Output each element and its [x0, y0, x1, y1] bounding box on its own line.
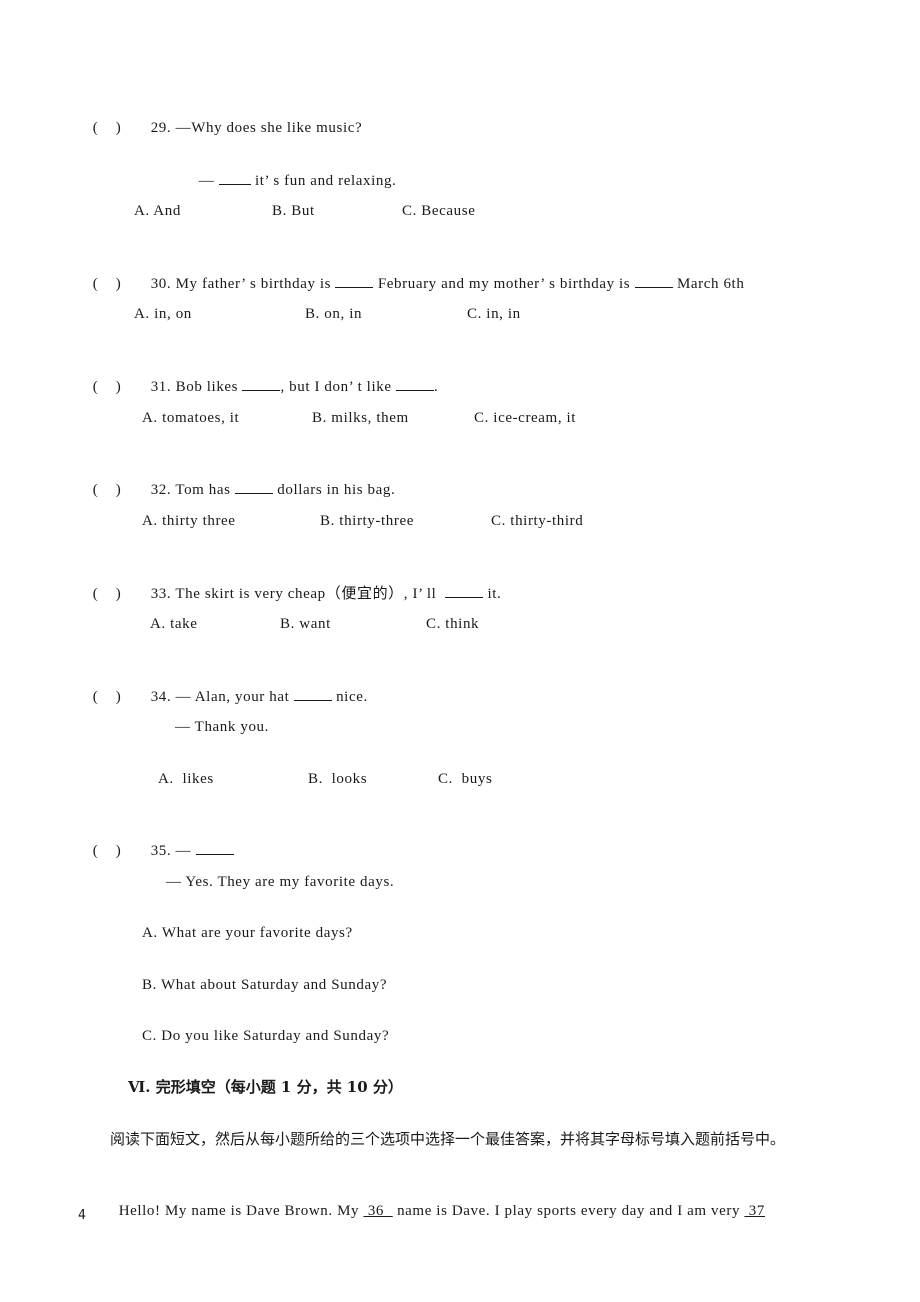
question-stem: it. [483, 586, 502, 602]
answer-bracket[interactable]: ( ) [93, 118, 151, 138]
option-b: B. milks, them [312, 410, 409, 426]
reply-dash: — [198, 173, 219, 189]
section-instruction: 阅读下面短文，然后从每小题所给的三个选项中选择一个最佳答案，并将其字母标号填入题… [110, 1130, 786, 1148]
passage-text: Hello! My name is Dave Brown. My [118, 1203, 364, 1219]
answer-blank [335, 273, 374, 288]
cloze-blank-37: 37 [744, 1203, 765, 1219]
question-number: 34. [150, 689, 172, 705]
answer-bracket[interactable]: ( ) [93, 687, 151, 707]
answer-blank [242, 376, 281, 391]
question-stem: — [175, 843, 196, 859]
question-35-reply: — Yes. They are my favorite days. [166, 874, 395, 890]
question-number: 30. [150, 276, 172, 292]
question-stem: nice. [331, 689, 368, 705]
answer-bracket[interactable]: ( ) [93, 584, 151, 604]
option-b: B. looks [308, 771, 368, 787]
answer-bracket[interactable]: ( ) [93, 841, 151, 861]
answer-blank [195, 840, 234, 855]
question-stem: , but I don’ t like [280, 379, 396, 395]
option-c: C. Do you like Saturday and Sunday? [142, 1028, 390, 1044]
option-b: B. What about Saturday and Sunday? [142, 977, 388, 993]
question-number: 32. [150, 482, 172, 498]
option-a: A. What are your favorite days? [142, 925, 353, 941]
option-c: C. ice-cream, it [474, 410, 577, 426]
option-c: C. buys [438, 771, 493, 787]
answer-bracket[interactable]: ( ) [93, 480, 151, 500]
option-a: A. in, on [134, 306, 192, 322]
question-31: ( ) 31. Bob likes , but I don’ t like . [84, 356, 438, 397]
question-stem: The skirt is very cheap（便宜的）, I’ ll [175, 586, 446, 602]
question-29: ( ) 29. —Why does she like music? [84, 98, 362, 138]
option-a: A. tomatoes, it [142, 410, 240, 426]
option-c: C. in, in [467, 306, 521, 322]
answer-blank [218, 170, 251, 185]
question-33: ( ) 33. The skirt is very cheap（便宜的）, I’ … [84, 563, 501, 604]
answer-blank [395, 376, 434, 391]
cloze-blank-36: 36 [363, 1203, 393, 1219]
question-stem: March 6th [672, 276, 745, 292]
option-b: B. want [280, 616, 331, 632]
passage-text: name is Dave. I play sports every day an… [392, 1203, 745, 1219]
question-30: ( ) 30. My father’ s birthday is February… [84, 253, 744, 294]
question-stem: My father’ s birthday is [175, 276, 336, 292]
question-number: 29. [150, 120, 172, 136]
option-a: A. likes [158, 771, 214, 787]
question-stem: February and my mother’ s birthday is [373, 276, 635, 292]
question-stem: —Why does she like music? [175, 120, 363, 136]
question-34: ( ) 34. — Alan, your hat nice. [84, 666, 368, 707]
option-a: A. thirty three [142, 513, 236, 529]
option-b: B. thirty-three [320, 513, 414, 529]
option-c: C. Because [402, 203, 476, 219]
question-stem: . [433, 379, 439, 395]
question-stem: dollars in his bag. [272, 482, 396, 498]
question-32: ( ) 32. Tom has dollars in his bag. [84, 459, 395, 500]
answer-blank [234, 479, 273, 494]
answer-blank [293, 686, 332, 701]
option-b: B. on, in [305, 306, 363, 322]
question-35: ( ) 35. — [84, 820, 234, 861]
section-title: Ⅵ. 完形填空（每小题 1 分，共 10 分） [128, 1078, 403, 1096]
answer-bracket[interactable]: ( ) [93, 377, 151, 397]
cloze-passage: Hello! My name is Dave Brown. My 36 name… [110, 1181, 765, 1221]
option-a: A. And [134, 203, 181, 219]
option-c: C. thirty-third [491, 513, 584, 529]
question-34-reply: — Thank you. [175, 719, 269, 735]
question-number: 33. [150, 586, 172, 602]
reply-text: it’ s fun and relaxing. [250, 173, 397, 189]
question-29-reply: — it’ s fun and relaxing. [190, 150, 396, 191]
question-number: 31. [150, 379, 172, 395]
page-number: 4 [78, 1208, 86, 1223]
question-stem: — Alan, your hat [175, 689, 294, 705]
option-b: B. But [272, 203, 315, 219]
question-stem: Bob likes [175, 379, 243, 395]
question-number: 35. [150, 843, 172, 859]
option-c: C. think [426, 616, 480, 632]
option-a: A. take [150, 616, 198, 632]
question-stem: Tom has [175, 482, 235, 498]
answer-blank [634, 273, 673, 288]
answer-blank [445, 583, 484, 598]
answer-bracket[interactable]: ( ) [93, 274, 151, 294]
